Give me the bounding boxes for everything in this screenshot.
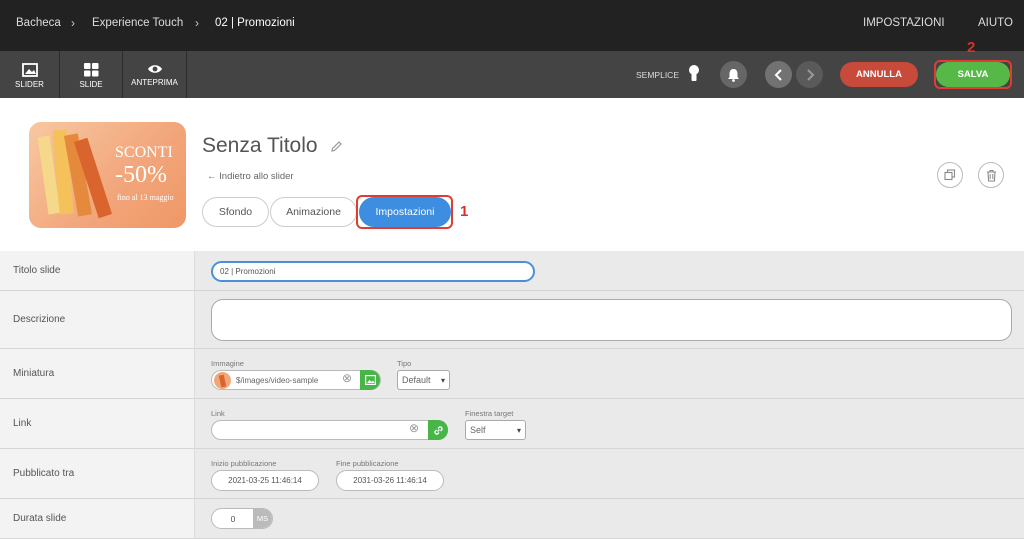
slider-tool-label: SLIDER	[15, 80, 44, 89]
copy-icon	[944, 169, 956, 181]
mode-label: SEMPLICE	[636, 70, 679, 80]
slide-thumbnail: SCONTI -50% fino al 13 maggio	[29, 122, 186, 228]
tab-animazione[interactable]: Animazione	[270, 197, 357, 227]
clear-link-icon[interactable]: ⊗	[409, 421, 419, 435]
start-date-label: Inizio pubblicazione	[211, 459, 277, 468]
delete-slide-button[interactable]	[978, 162, 1004, 188]
slider-tool-button[interactable]: SLIDER	[0, 51, 60, 98]
lightbulb-toggle-icon[interactable]	[688, 64, 700, 84]
type-field-label: Tipo	[397, 359, 412, 368]
choose-image-button[interactable]	[360, 370, 380, 390]
image-path-input[interactable]: $/images/video-sample	[211, 370, 381, 390]
target-field-label: Finestra target	[465, 409, 514, 418]
slide-tool-label: SLIDE	[79, 80, 103, 89]
back-link-label: Indietro allo slider	[219, 171, 294, 182]
duration-row: Durata slide 0 MS	[0, 499, 1024, 539]
trash-icon	[986, 169, 996, 182]
settings-menu-link[interactable]: IMPOSTAZIONI	[863, 17, 945, 29]
choose-link-button[interactable]	[428, 420, 448, 440]
target-window-value: Self	[470, 425, 486, 435]
link-row: Link Link ⊗ Finestra target Self ▾	[0, 399, 1024, 449]
tab-sfondo[interactable]: Sfondo	[202, 197, 269, 227]
cancel-button[interactable]: ANNULLA	[840, 62, 918, 87]
grid-icon	[83, 63, 98, 77]
image-preview-avatar	[214, 372, 231, 389]
pencil-icon[interactable]	[330, 140, 343, 153]
image-field-label: Immagine	[211, 359, 244, 368]
end-date-label: Fine pubblicazione	[336, 459, 399, 468]
image-path-value: $/images/video-sample	[236, 375, 319, 385]
slide-settings-form: Titolo slide 02 | Promozioni Descrizione…	[0, 251, 1024, 539]
duration-input[interactable]: 0 MS	[211, 508, 273, 529]
tab-highlight-box	[356, 195, 453, 229]
previous-slide-button[interactable]	[765, 61, 792, 88]
thumbnail-type-value: Default	[402, 375, 431, 385]
published-label: Pubblicato tra	[0, 449, 195, 498]
link-row-label: Link	[0, 399, 195, 448]
back-to-slider-link[interactable]: ← Indietro allo slider	[207, 171, 294, 182]
chevron-right-icon: ›	[71, 16, 75, 30]
image-icon	[364, 375, 376, 385]
arrow-left-icon: ←	[207, 171, 217, 182]
link-icon	[433, 425, 443, 435]
slide-title-input[interactable]: 02 | Promozioni	[211, 261, 535, 282]
start-date-input[interactable]: 2021-03-25 11:46:14	[211, 470, 319, 491]
target-window-select[interactable]: Self ▾	[465, 420, 526, 440]
slide-header: SCONTI -50% fino al 13 maggio Senza Tito…	[0, 98, 1024, 251]
chevron-left-icon	[774, 68, 782, 81]
thumbnail-label: Miniatura	[0, 349, 195, 398]
published-row: Pubblicato tra Inizio pubblicazione 2021…	[0, 449, 1024, 499]
chevron-down-icon: ▾	[440, 375, 445, 385]
eye-icon	[147, 65, 162, 73]
breadcrumb-item-experience-touch[interactable]: Experience Touch	[92, 17, 183, 29]
top-bar: Bacheca › Experience Touch › 02 | Promoz…	[0, 0, 1024, 51]
duration-label: Durata slide	[0, 499, 195, 538]
description-textarea[interactable]	[211, 299, 1012, 341]
chevron-right-icon	[806, 68, 814, 81]
thumbnail-row: Miniatura Immagine $/images/video-sample…	[0, 349, 1024, 399]
save-highlight-box	[934, 60, 1012, 89]
title-label: Titolo slide	[0, 251, 195, 290]
preview-tool-button[interactable]: ANTEPRIMA	[123, 51, 187, 98]
description-row: Descrizione	[0, 291, 1024, 349]
chevron-down-icon: ▾	[516, 425, 521, 435]
slide-tool-button[interactable]: SLIDE	[60, 51, 123, 98]
image-icon	[21, 63, 38, 77]
chevron-right-icon: ›	[195, 16, 199, 30]
duration-value: 0	[230, 513, 236, 524]
end-date-input[interactable]: 2031-03-26 11:46:14	[336, 470, 444, 491]
title-row: Titolo slide 02 | Promozioni	[0, 251, 1024, 291]
annotation-number-2: 2	[967, 39, 976, 56]
notifications-button[interactable]	[720, 61, 747, 88]
thumbnail-date-text: fino al 13 maggio	[117, 193, 174, 202]
help-menu-link[interactable]: AIUTO	[978, 17, 1013, 29]
breadcrumb-item-current: 02 | Promozioni	[215, 17, 295, 29]
thumbnail-type-select[interactable]: Default ▾	[397, 370, 450, 390]
editor-toolbar: SLIDER SLIDE ANTEPRIMA SEMPLICE ANNULLA …	[0, 51, 1024, 98]
link-field-label: Link	[211, 409, 225, 418]
thumbnail-discount-text: -50%	[115, 162, 167, 188]
annotation-number-1: 1	[460, 203, 469, 220]
bell-icon	[728, 68, 739, 82]
clear-image-icon[interactable]: ⊗	[342, 371, 352, 385]
thumbnail-sale-text: SCONTI	[115, 144, 173, 161]
duplicate-slide-button[interactable]	[937, 162, 963, 188]
breadcrumb-item-bacheca[interactable]: Bacheca	[16, 17, 61, 29]
slide-title: Senza Titolo	[202, 134, 318, 157]
preview-tool-label: ANTEPRIMA	[131, 78, 178, 87]
description-label: Descrizione	[0, 291, 195, 348]
duration-unit: MS	[253, 509, 272, 528]
next-slide-button[interactable]	[796, 61, 823, 88]
